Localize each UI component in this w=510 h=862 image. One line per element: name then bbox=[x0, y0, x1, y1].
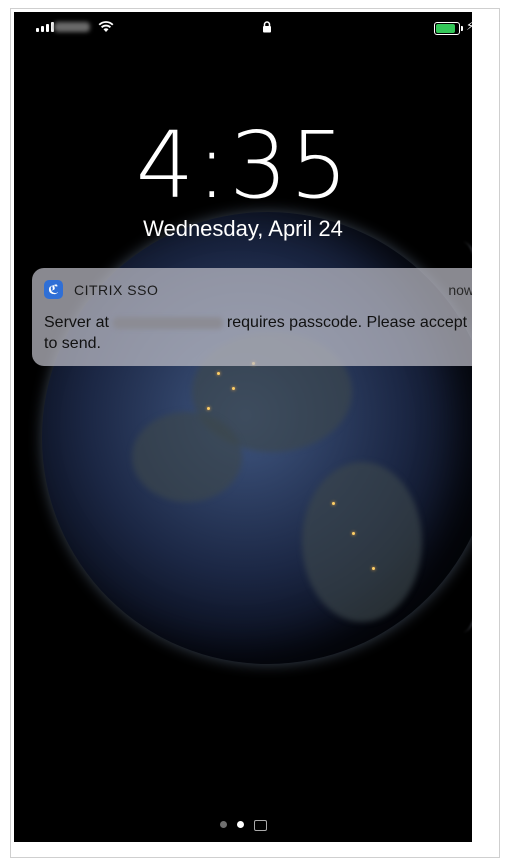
camera-icon[interactable] bbox=[253, 820, 267, 831]
message-prefix: Server at bbox=[44, 314, 109, 331]
wifi-icon bbox=[98, 21, 114, 32]
notification-app-name: CITRIX SSO bbox=[74, 282, 159, 298]
notification-message: Server at requires passcode. Please accep… bbox=[44, 312, 472, 354]
citrix-sso-notification[interactable]: ℭ CITRIX SSO now Server at requires passc… bbox=[32, 268, 472, 366]
lock-icon bbox=[263, 21, 271, 33]
page-dot-active bbox=[236, 821, 244, 828]
citrix-sso-icon: ℭ bbox=[44, 280, 63, 299]
notification-header: ℭ CITRIX SSO now bbox=[44, 280, 472, 302]
status-bar: ⚡ bbox=[14, 12, 472, 48]
carrier-name-redacted bbox=[54, 22, 90, 32]
server-address-redacted bbox=[112, 316, 223, 329]
notification-time: now bbox=[448, 282, 472, 298]
lock-screen: ⚡ 4:35 Wednesday, April 24 ℭ CITRIX SSO … bbox=[14, 12, 472, 842]
battery-icon bbox=[434, 22, 463, 35]
charging-bolt-icon: ⚡ bbox=[466, 19, 472, 33]
lock-screen-date: Wednesday, April 24 bbox=[143, 216, 343, 241]
lock-screen-time: 4:35 bbox=[135, 112, 351, 219]
cellular-signal-icon bbox=[36, 22, 54, 32]
page-indicator bbox=[14, 820, 472, 832]
page-dot bbox=[219, 821, 227, 828]
